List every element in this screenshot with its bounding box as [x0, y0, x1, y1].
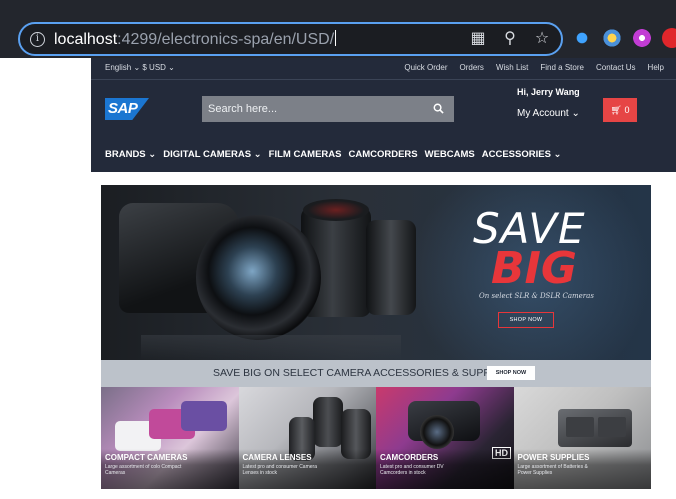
nav-accessories[interactable]: ACCESSORIES ⌄ — [482, 149, 562, 160]
hero-shop-now-button[interactable]: SHOP NOW — [498, 312, 554, 328]
category-tiles: COMPACT CAMERAS Large assortment of colo… — [101, 387, 651, 489]
site-info-icon[interactable]: i — [30, 32, 45, 47]
link-quick-order[interactable]: Quick Order — [404, 63, 447, 72]
download-icon[interactable] — [572, 28, 592, 48]
qr-icon[interactable]: ▦ — [469, 30, 487, 48]
nav-brands[interactable]: BRANDS ⌄ — [105, 149, 156, 160]
compact-camera-image — [181, 401, 227, 431]
camcorder-lens-image — [420, 415, 454, 449]
hero-banner[interactable]: SAVE BIG On select SLR & DSLR Cameras SH… — [101, 185, 651, 360]
address-bar[interactable]: i localhost:4299/electronics-spa/en/USD/… — [18, 22, 563, 56]
adblock-icon[interactable] — [662, 28, 676, 48]
tile-title: COMPACT CAMERAS — [105, 453, 188, 462]
link-contact-us[interactable]: Contact Us — [596, 63, 636, 72]
promo-strip-text: SAVE BIG ON SELECT CAMERA ACCESSORIES & … — [213, 367, 514, 379]
my-account-menu[interactable]: My Account ⌄ — [517, 108, 580, 119]
link-help[interactable]: Help — [648, 63, 664, 72]
tile-description: Latest pro and consumer DV Camcorders in… — [380, 464, 444, 476]
url-path: :4299/electronics-spa/en/USD/ — [117, 31, 335, 48]
category-nav: BRANDS ⌄ DIGITAL CAMERAS ⌄ FILM CAMERAS … — [105, 149, 562, 160]
sap-logo[interactable]: SAP — [105, 98, 149, 120]
nav-digital-cameras[interactable]: DIGITAL CAMERAS ⌄ — [163, 149, 261, 160]
tile-compact-cameras[interactable]: COMPACT CAMERAS Large assortment of colo… — [101, 387, 239, 489]
zoom-icon[interactable]: ⚲ — [501, 30, 519, 48]
lens-image — [366, 220, 416, 315]
extension-gear-icon[interactable] — [602, 28, 622, 48]
cart-icon: 🛒︎ — [610, 105, 622, 115]
lens-hood-image — [303, 199, 369, 221]
site-header: English ⌄ $ USD ⌄ Quick Order Orders Wis… — [91, 58, 676, 172]
tile-camcorders[interactable]: HD CAMCORDERS Latest pro and consumer DV… — [376, 387, 514, 489]
tile-title: CAMERA LENSES — [242, 453, 312, 462]
cart-button[interactable]: 🛒︎ 0 — [603, 98, 637, 122]
browser-toolbar: i localhost:4299/electronics-spa/en/USD/… — [0, 0, 676, 58]
strip-shop-now-button[interactable]: SHOP NOW — [487, 366, 535, 380]
battery-image — [597, 417, 626, 437]
tile-description: Large assortment of colo Compact Cameras — [105, 464, 182, 476]
url-host: localhost — [54, 31, 118, 48]
link-orders[interactable]: Orders — [459, 63, 483, 72]
nav-webcams[interactable]: WEBCAMS — [425, 149, 475, 160]
battery-image — [565, 417, 594, 437]
promo-strip: SAVE BIG ON SELECT CAMERA ACCESSORIES & … — [101, 360, 651, 387]
reflection — [141, 335, 401, 360]
tile-camera-lenses[interactable]: CAMERA LENSES Latest pro and consumer Ca… — [238, 387, 376, 489]
search-input[interactable] — [202, 96, 422, 122]
tile-title: POWER SUPPLIES — [517, 453, 590, 462]
link-wish-list[interactable]: Wish List — [496, 63, 528, 72]
tile-description: Large assortment of Batteries & Power Su… — [517, 464, 588, 476]
lens-image — [312, 397, 343, 447]
language-currency-selector[interactable]: English ⌄ $ USD ⌄ — [105, 63, 175, 72]
search-box — [202, 96, 454, 122]
url-text[interactable]: localhost:4299/electronics-spa/en/USD/ — [54, 30, 337, 49]
tile-description: Latest pro and consumer Camera Lenses in… — [242, 464, 317, 476]
tile-title: CAMCORDERS — [380, 453, 439, 462]
text-caret — [335, 30, 337, 46]
link-find-store[interactable]: Find a Store — [540, 63, 584, 72]
tile-power-supplies[interactable]: POWER SUPPLIES Large assortment of Batte… — [513, 387, 651, 489]
hero-subtitle: On select SLR & DSLR Cameras — [479, 292, 594, 300]
hero-title-big: BIG — [491, 243, 578, 294]
profile-icon[interactable] — [632, 28, 652, 48]
nav-camcorders[interactable]: CAMCORDERS — [348, 149, 417, 160]
camera-lens-image — [196, 215, 321, 340]
utility-bar: English ⌄ $ USD ⌄ Quick Order Orders Wis… — [91, 58, 676, 80]
search-icon[interactable] — [433, 103, 444, 114]
cart-count: 0 — [624, 105, 630, 115]
star-icon[interactable]: ☆ — [533, 30, 551, 48]
user-greeting: Hi, Jerry Wang — [517, 87, 580, 97]
nav-film-cameras[interactable]: FILM CAMERAS — [269, 149, 342, 160]
